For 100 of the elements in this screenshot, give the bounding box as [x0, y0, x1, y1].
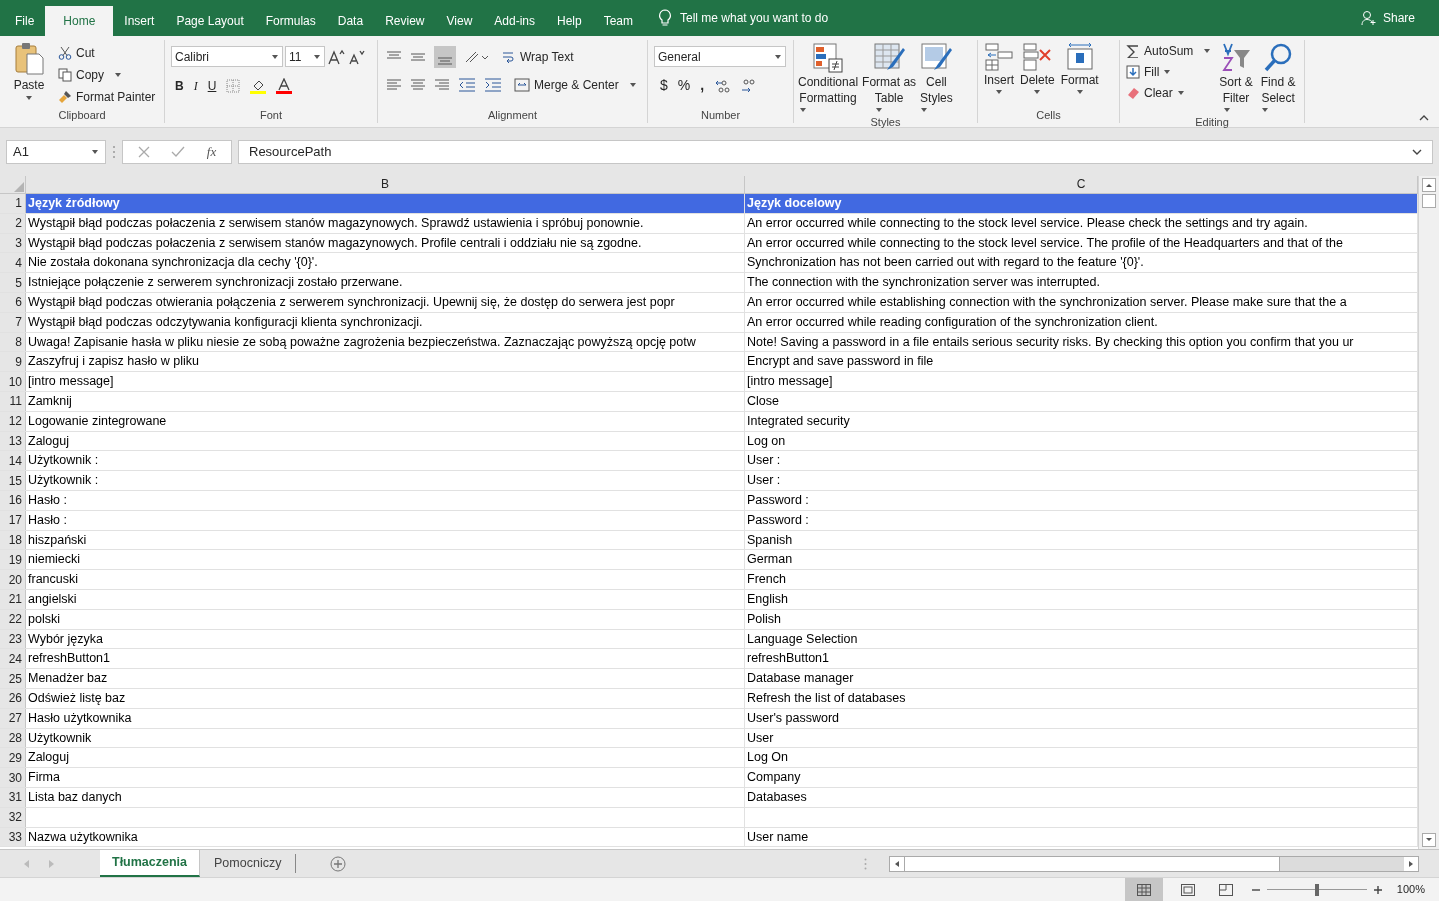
- scroll-down-icon[interactable]: [1422, 833, 1436, 847]
- table-cell-text: polski: [28, 610, 60, 628]
- tell-me-search[interactable]: Tell me what you want to do: [680, 9, 829, 27]
- align-center-icon[interactable]: [410, 78, 426, 92]
- scrollbar-thumb[interactable]: [904, 856, 1280, 871]
- percent-button[interactable]: %: [677, 75, 691, 96]
- group-label: Alignment: [487, 107, 538, 123]
- ribbon-tab[interactable]: Data: [326, 6, 375, 36]
- name-box[interactable]: A1: [6, 140, 106, 164]
- table-cell-text: Company: [747, 769, 801, 787]
- drag-handle-icon[interactable]: [112, 145, 116, 159]
- formula-input[interactable]: ResourcePath: [238, 140, 1433, 164]
- autosum-button[interactable]: AutoSum: [1126, 42, 1212, 60]
- format-button[interactable]: Format: [1060, 42, 1099, 96]
- format-painter-button[interactable]: Format Painter: [58, 88, 156, 106]
- sort-filter-button[interactable]: Sort & Filter: [1219, 40, 1253, 114]
- table-cell-text: German: [747, 551, 793, 569]
- ribbon-tab[interactable]: Formulas: [254, 6, 327, 36]
- collapse-ribbon-icon[interactable]: [1419, 115, 1429, 121]
- italic-button[interactable]: I: [193, 77, 198, 95]
- ribbon-tab[interactable]: Insert: [113, 6, 166, 36]
- insert-button[interactable]: Insert: [984, 42, 1014, 96]
- table-cell-text: User name: [747, 828, 809, 846]
- table-cell-text: Database manager: [747, 670, 854, 688]
- bold-button[interactable]: B: [175, 77, 184, 95]
- page-layout-icon[interactable]: [1180, 883, 1195, 896]
- lightbulb-icon[interactable]: [658, 9, 672, 27]
- caret-icon: [920, 106, 929, 114]
- increase-font-icon[interactable]: [327, 48, 345, 65]
- currency-button[interactable]: $: [660, 75, 668, 96]
- column-header[interactable]: B: [381, 175, 389, 193]
- increase-decimal-icon[interactable]: [714, 78, 731, 93]
- ribbon-tab[interactable]: Review: [374, 6, 436, 36]
- cancel-icon[interactable]: [137, 146, 150, 158]
- checkmark-icon[interactable]: [171, 146, 186, 158]
- group-label: Cells: [1035, 107, 1062, 123]
- normal-view-button[interactable]: [1124, 878, 1163, 901]
- scroll-up-icon[interactable]: [1422, 178, 1436, 192]
- decrease-font-icon[interactable]: [347, 48, 365, 65]
- zoom-slider-thumb[interactable]: [1314, 883, 1319, 896]
- ribbon-tab[interactable]: Add-ins: [483, 6, 546, 36]
- sheet-tab[interactable]: Pomocniczy: [200, 854, 297, 873]
- sheet-tab[interactable]: Tłumaczenia: [100, 850, 201, 877]
- decrease-decimal-icon[interactable]: [740, 78, 757, 93]
- table-cell-text: Logowanie zintegrowane: [28, 412, 167, 430]
- wrap-text-button[interactable]: Wrap Text: [502, 48, 574, 66]
- ribbon-tab[interactable]: Team: [592, 6, 644, 36]
- fill-button[interactable]: Fill: [1126, 63, 1212, 81]
- align-right-icon[interactable]: [434, 78, 450, 92]
- number-format-dropdown[interactable]: General: [654, 46, 786, 67]
- ribbon-tab[interactable]: View: [435, 6, 484, 36]
- delete-button[interactable]: Delete: [1020, 42, 1055, 96]
- fill-color-icon[interactable]: [250, 78, 267, 94]
- comma-button[interactable]: ,: [700, 75, 705, 96]
- underline-button[interactable]: U: [207, 77, 217, 95]
- align-middle-icon[interactable]: [410, 50, 426, 64]
- paste-button[interactable]: Paste: [0, 42, 58, 107]
- increase-indent-icon[interactable]: [484, 78, 502, 92]
- table-cell-text: An error occurred while reading configuration of the synchronization client.: [747, 313, 1158, 331]
- font-size-dropdown[interactable]: 11: [285, 46, 325, 67]
- font-name-dropdown[interactable]: Calibri: [171, 46, 283, 67]
- cell-styles-button[interactable]: Cell Styles: [920, 42, 953, 114]
- column-header[interactable]: C: [1076, 175, 1086, 193]
- column-title: Język docelowy: [747, 195, 842, 212]
- scroll-right-icon[interactable]: [1404, 856, 1418, 871]
- ribbon-tab[interactable]: Help: [546, 6, 593, 36]
- table-cell-text: Zaloguj: [28, 432, 69, 450]
- caret-icon: [271, 52, 279, 61]
- table-cell-text: Wybór języka: [28, 630, 103, 648]
- cut-button[interactable]: Cut: [58, 44, 156, 62]
- page-break-icon[interactable]: [1218, 883, 1233, 896]
- table-cell-text: Note! Saving a password in a file entails serious security risks. By checking this option you confirm that you ur: [747, 333, 1354, 351]
- clear-button[interactable]: Clear: [1126, 84, 1212, 102]
- fill-down-icon: [1126, 65, 1140, 79]
- share-button[interactable]: Share: [1360, 0, 1439, 36]
- table-cell-text: Log on: [747, 432, 786, 450]
- caret-icon: [799, 106, 808, 114]
- caret-icon: [874, 106, 883, 114]
- orientation-icon[interactable]: [464, 50, 488, 64]
- copy-button[interactable]: Copy: [58, 66, 156, 84]
- ribbon-tab[interactable]: File: [4, 6, 46, 36]
- font-color-icon[interactable]: [276, 78, 293, 94]
- table-cell-text: An error occurred while connecting to the stock level service. Please check the settings and try again.: [747, 214, 1308, 232]
- align-left-icon[interactable]: [386, 78, 402, 92]
- decrease-indent-icon[interactable]: [458, 78, 476, 92]
- insert-function-button[interactable]: fx: [206, 142, 217, 162]
- add-sheet-icon[interactable]: [330, 855, 347, 872]
- table-cell-text: Hasło :: [28, 491, 67, 509]
- ribbon-tab[interactable]: Page Layout: [165, 6, 255, 36]
- merge-center-button[interactable]: Merge & Center: [514, 76, 637, 94]
- ribbon-tab[interactable]: Home: [45, 6, 114, 36]
- zoom-in-button[interactable]: [1372, 884, 1383, 895]
- group-label: Clipboard: [57, 107, 107, 123]
- zoom-level[interactable]: 100%: [1396, 881, 1425, 898]
- format-as-table-button[interactable]: Format as Table: [862, 42, 917, 114]
- scrollbar-thumb[interactable]: [1422, 194, 1436, 208]
- find-select-button[interactable]: Find & Select: [1260, 40, 1296, 114]
- scroll-left-icon[interactable]: [890, 856, 904, 871]
- sigma-icon: [1126, 44, 1140, 58]
- conditional-formatting-button[interactable]: Conditional Formatting: [798, 42, 859, 114]
